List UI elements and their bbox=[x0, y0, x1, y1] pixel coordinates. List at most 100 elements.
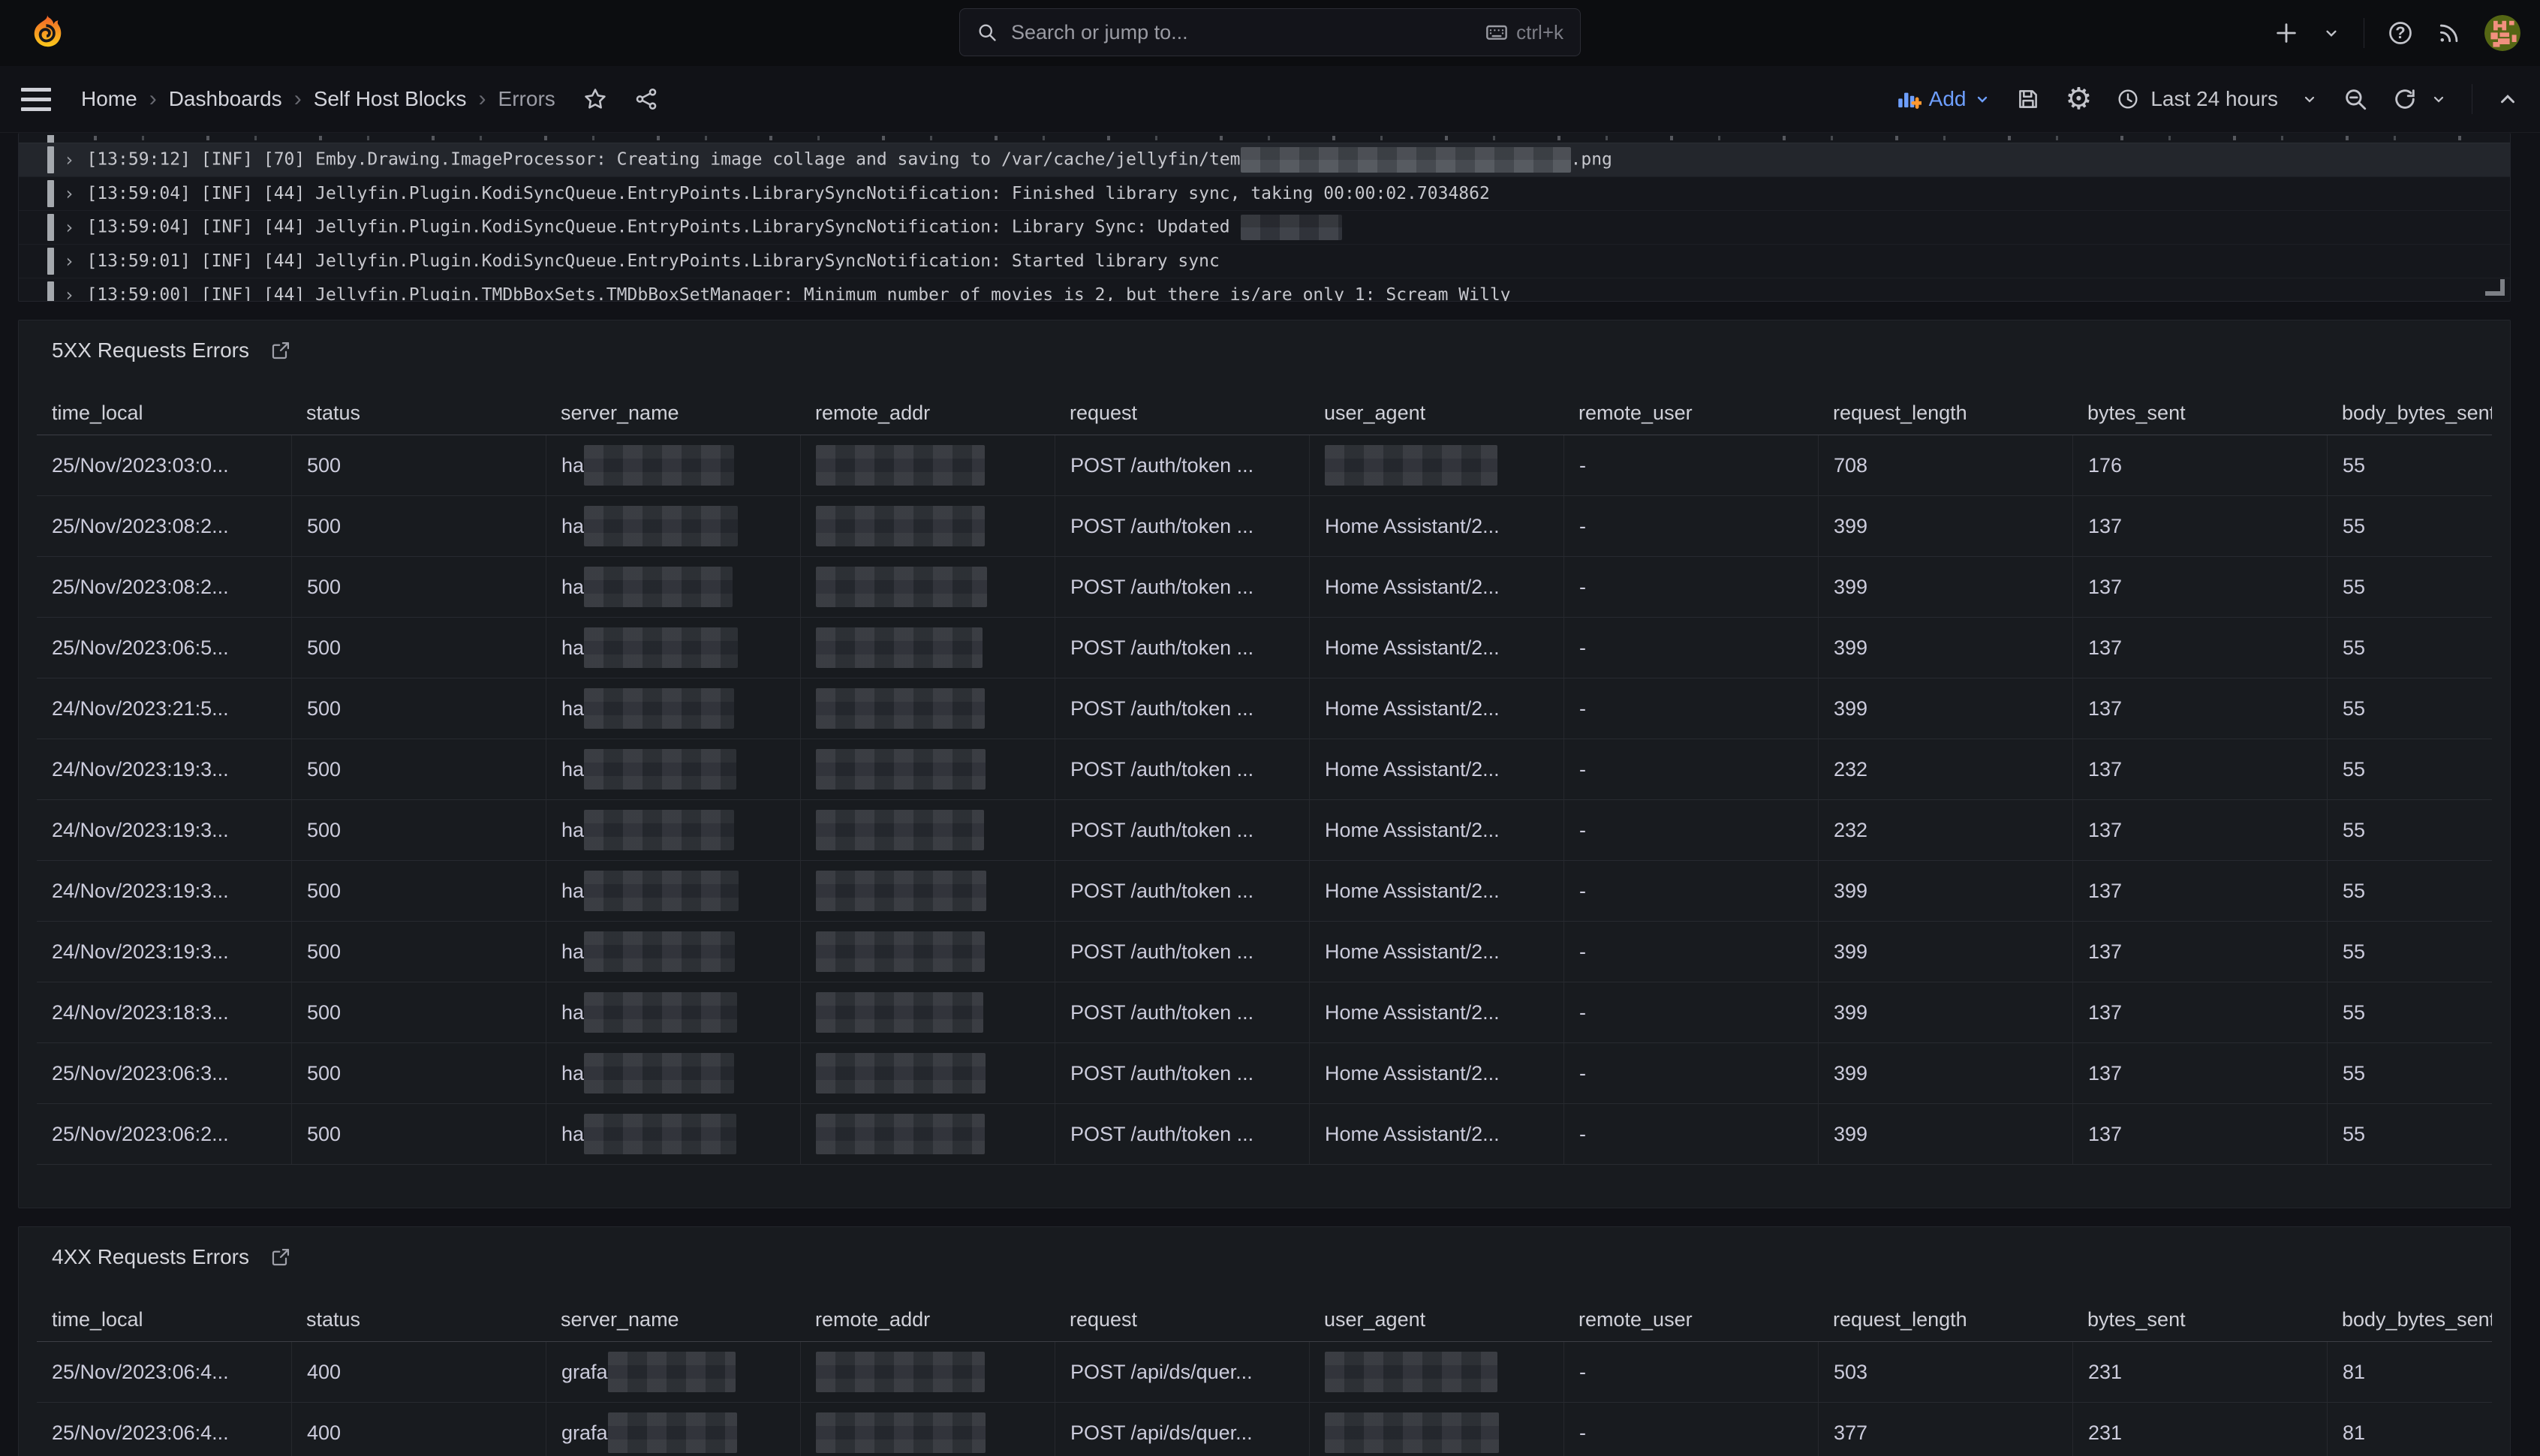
cell-request: POST /auth/token ... bbox=[1055, 982, 1309, 1042]
external-link-icon[interactable] bbox=[270, 340, 291, 361]
column-header-time_local[interactable]: time_local bbox=[37, 402, 291, 425]
cell-user_agent bbox=[1309, 1403, 1563, 1456]
cell-request: POST /auth/token ... bbox=[1055, 1043, 1309, 1103]
cell-body_bytes_sent: 55 bbox=[2327, 982, 2492, 1042]
panel-resize-handle[interactable] bbox=[2485, 279, 2505, 296]
column-header-status[interactable]: status bbox=[291, 402, 546, 425]
column-header-request_length[interactable]: request_length bbox=[1818, 1308, 2072, 1331]
cell-bytes_sent: 231 bbox=[2072, 1403, 2327, 1456]
share-icon[interactable] bbox=[633, 86, 659, 112]
log-level-bar bbox=[47, 214, 54, 241]
column-header-request_length[interactable]: request_length bbox=[1818, 402, 2072, 425]
grafana-logo-icon[interactable] bbox=[26, 11, 66, 55]
column-header-server_name[interactable]: server_name bbox=[546, 402, 800, 425]
settings-gear-icon[interactable]: ⚙ bbox=[2065, 84, 2092, 114]
column-header-user_agent[interactable]: user_agent bbox=[1309, 1308, 1563, 1331]
redacted-value bbox=[816, 992, 983, 1033]
breadcrumb-self-host-blocks[interactable]: Self Host Blocks bbox=[314, 87, 467, 111]
cell-bytes_sent: 176 bbox=[2072, 435, 2327, 495]
cell-remote_addr bbox=[800, 1043, 1055, 1103]
table-row: 24/Nov/2023:19:3...500haPOST /auth/token… bbox=[37, 921, 2492, 982]
cell-remote_user: - bbox=[1563, 678, 1818, 739]
external-link-icon[interactable] bbox=[270, 1247, 291, 1268]
redacted-value bbox=[584, 627, 738, 668]
log-row[interactable]: ›[13:59:00] [INF] [44] Jellyfin.Plugin.T… bbox=[19, 278, 2510, 302]
save-dashboard-icon[interactable] bbox=[2015, 86, 2041, 112]
cell-server_name: ha bbox=[546, 861, 800, 921]
cell-bytes_sent: 137 bbox=[2072, 1104, 2327, 1164]
redacted-value bbox=[1325, 1412, 1499, 1453]
cell-request: POST /auth/token ... bbox=[1055, 739, 1309, 799]
add-panel-button[interactable]: Add bbox=[1897, 87, 1992, 111]
column-header-remote_addr[interactable]: remote_addr bbox=[800, 1308, 1055, 1331]
panel-title[interactable]: 4XX Requests Errors bbox=[52, 1245, 249, 1269]
cell-user_agent: Home Assistant/2... bbox=[1309, 496, 1563, 556]
column-header-status[interactable]: status bbox=[291, 1308, 546, 1331]
log-row[interactable]: ›[13:59:12] [INF] [70] Emby.Drawing.Imag… bbox=[19, 143, 2510, 176]
cell-request_length: 377 bbox=[1818, 1403, 2072, 1456]
time-range-picker[interactable]: Last 24 hours bbox=[2116, 87, 2319, 111]
log-row[interactable]: ›[13:59:01] [INF] [44] Jellyfin.Plugin.K… bbox=[19, 244, 2510, 278]
table-body: 25/Nov/2023:03:0...500haPOST /auth/token… bbox=[37, 435, 2492, 1165]
cell-remote_user: - bbox=[1563, 618, 1818, 678]
help-icon[interactable]: ? bbox=[2387, 20, 2414, 47]
column-header-request[interactable]: request bbox=[1055, 402, 1309, 425]
top-nav: Search or jump to... ctrl+k bbox=[0, 0, 2540, 66]
new-plus-button[interactable] bbox=[2274, 20, 2299, 46]
breadcrumb-dashboards[interactable]: Dashboards bbox=[169, 87, 282, 111]
expand-log-icon[interactable]: › bbox=[64, 251, 74, 272]
cell-remote_addr bbox=[800, 982, 1055, 1042]
cell-request_length: 399 bbox=[1818, 618, 2072, 678]
cell-request: POST /auth/token ... bbox=[1055, 678, 1309, 739]
expand-log-icon[interactable]: › bbox=[64, 284, 74, 302]
column-header-user_agent[interactable]: user_agent bbox=[1309, 402, 1563, 425]
expand-log-icon[interactable]: › bbox=[64, 217, 74, 238]
redacted-value bbox=[584, 931, 735, 972]
user-avatar[interactable] bbox=[2484, 15, 2520, 51]
log-row[interactable]: ›[13:59:04] [INF] [44] Jellyfin.Plugin.K… bbox=[19, 176, 2510, 210]
cell-body_bytes_sent: 55 bbox=[2327, 1043, 2492, 1103]
search-input[interactable]: Search or jump to... ctrl+k bbox=[959, 8, 1581, 56]
column-header-time_local[interactable]: time_local bbox=[37, 1308, 291, 1331]
refresh-button[interactable] bbox=[2392, 86, 2448, 112]
collapse-caret-up-icon[interactable] bbox=[2496, 88, 2519, 110]
redacted-value bbox=[584, 567, 733, 607]
cell-request_length: 503 bbox=[1818, 1342, 2072, 1402]
cell-server_name: ha bbox=[546, 496, 800, 556]
time-range-chevron-down-icon bbox=[2301, 90, 2319, 108]
cell-user_agent: Home Assistant/2... bbox=[1309, 618, 1563, 678]
cell-time_local: 24/Nov/2023:19:3... bbox=[37, 800, 291, 860]
column-header-body_bytes_sent[interactable]: body_bytes_sent bbox=[2327, 402, 2492, 425]
mega-menu-icon[interactable] bbox=[21, 88, 51, 111]
column-header-remote_addr[interactable]: remote_addr bbox=[800, 402, 1055, 425]
cell-user_agent: Home Assistant/2... bbox=[1309, 1043, 1563, 1103]
favorite-star-icon[interactable] bbox=[582, 86, 608, 112]
column-header-remote_user[interactable]: remote_user bbox=[1563, 402, 1818, 425]
column-header-bytes_sent[interactable]: bytes_sent bbox=[2072, 1308, 2327, 1331]
column-header-server_name[interactable]: server_name bbox=[546, 1308, 800, 1331]
breadcrumb-separator: › bbox=[137, 86, 169, 112]
cell-request_length: 232 bbox=[1818, 739, 2072, 799]
cell-request_length: 708 bbox=[1818, 435, 2072, 495]
expand-log-icon[interactable]: › bbox=[64, 149, 74, 170]
table-row: 25/Nov/2023:06:3...500haPOST /auth/token… bbox=[37, 1042, 2492, 1103]
log-row[interactable]: ›[13:59:04] [INF] [44] Jellyfin.Plugin.K… bbox=[19, 210, 2510, 244]
expand-log-icon[interactable]: › bbox=[64, 183, 74, 204]
cell-bytes_sent: 137 bbox=[2072, 618, 2327, 678]
cell-body_bytes_sent: 55 bbox=[2327, 800, 2492, 860]
zoom-out-icon[interactable] bbox=[2343, 86, 2368, 112]
breadcrumb-home[interactable]: Home bbox=[81, 87, 137, 111]
cell-remote_user: - bbox=[1563, 557, 1818, 617]
column-header-body_bytes_sent[interactable]: body_bytes_sent bbox=[2327, 1308, 2492, 1331]
new-chevron-down-icon[interactable] bbox=[2322, 23, 2341, 43]
column-header-bytes_sent[interactable]: bytes_sent bbox=[2072, 402, 2327, 425]
redacted-value bbox=[816, 627, 983, 668]
cell-remote_addr bbox=[800, 678, 1055, 739]
column-header-request[interactable]: request bbox=[1055, 1308, 1309, 1331]
cell-remote_addr bbox=[800, 618, 1055, 678]
panel-title[interactable]: 5XX Requests Errors bbox=[52, 338, 249, 362]
redacted-value bbox=[816, 1114, 985, 1154]
column-header-remote_user[interactable]: remote_user bbox=[1563, 1308, 1818, 1331]
news-rss-icon[interactable] bbox=[2436, 20, 2462, 46]
cell-bytes_sent: 137 bbox=[2072, 800, 2327, 860]
